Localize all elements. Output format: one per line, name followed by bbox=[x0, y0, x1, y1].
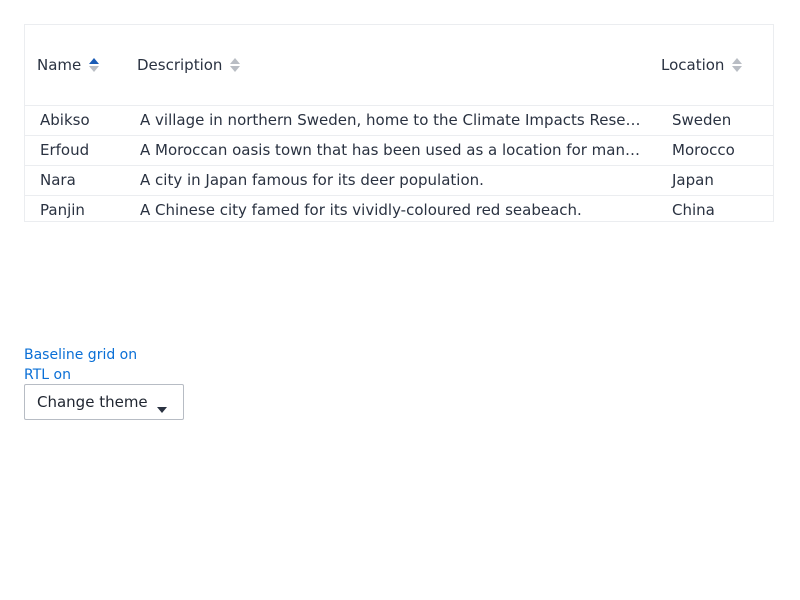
table-row: Panjin A Chinese city famed for its vivi… bbox=[25, 195, 773, 225]
column-header-name[interactable]: Name bbox=[25, 25, 125, 105]
change-theme-label: Change theme bbox=[37, 393, 148, 411]
cell-description: A city in Japan famous for its deer popu… bbox=[140, 171, 484, 189]
rtl-toggle-link[interactable]: RTL on bbox=[24, 365, 137, 385]
header-row: Name Description Location bbox=[25, 25, 773, 105]
cell-location: Japan bbox=[672, 171, 714, 189]
sort-icon[interactable] bbox=[732, 55, 743, 75]
toggle-links: Baseline grid on RTL on bbox=[24, 345, 137, 385]
column-header-label: Description bbox=[137, 55, 223, 74]
table-row: Nara A city in Japan famous for its deer… bbox=[25, 165, 773, 195]
cell-name: Panjin bbox=[40, 201, 85, 220]
change-theme-select[interactable]: Change theme bbox=[24, 384, 184, 420]
sort-icon[interactable] bbox=[230, 55, 241, 75]
table-header: Name Description Location bbox=[25, 25, 773, 105]
cell-location: Morocco bbox=[672, 141, 735, 159]
table-row: Erfoud A Moroccan oasis town that has be… bbox=[25, 135, 773, 165]
sort-ascending-icon[interactable] bbox=[89, 55, 100, 75]
cell-description: A Moroccan oasis town that has been used… bbox=[140, 141, 661, 159]
cell-description: A village in northern Sweden, home to th… bbox=[140, 111, 661, 129]
locations-table: Name Description Location Abikso A villa… bbox=[25, 25, 773, 225]
baseline-grid-toggle-link[interactable]: Baseline grid on bbox=[24, 345, 137, 365]
data-table: Name Description Location Abikso A villa… bbox=[24, 24, 774, 222]
column-header-label: Location bbox=[661, 55, 725, 74]
cell-location: China bbox=[672, 201, 715, 220]
column-header-label: Name bbox=[37, 55, 82, 74]
cell-location: Sweden bbox=[672, 111, 732, 129]
column-header-location[interactable]: Location bbox=[661, 25, 773, 105]
table-body: Abikso A village in northern Sweden, hom… bbox=[25, 105, 773, 225]
cell-name: Nara bbox=[40, 171, 76, 189]
cell-name: Abikso bbox=[40, 111, 90, 129]
cell-name: Erfoud bbox=[40, 141, 90, 159]
chevron-down-icon bbox=[157, 399, 167, 417]
cell-description: A Chinese city famed for its vividly-col… bbox=[140, 201, 582, 220]
column-header-description[interactable]: Description bbox=[125, 25, 661, 105]
table-row: Abikso A village in northern Sweden, hom… bbox=[25, 105, 773, 135]
